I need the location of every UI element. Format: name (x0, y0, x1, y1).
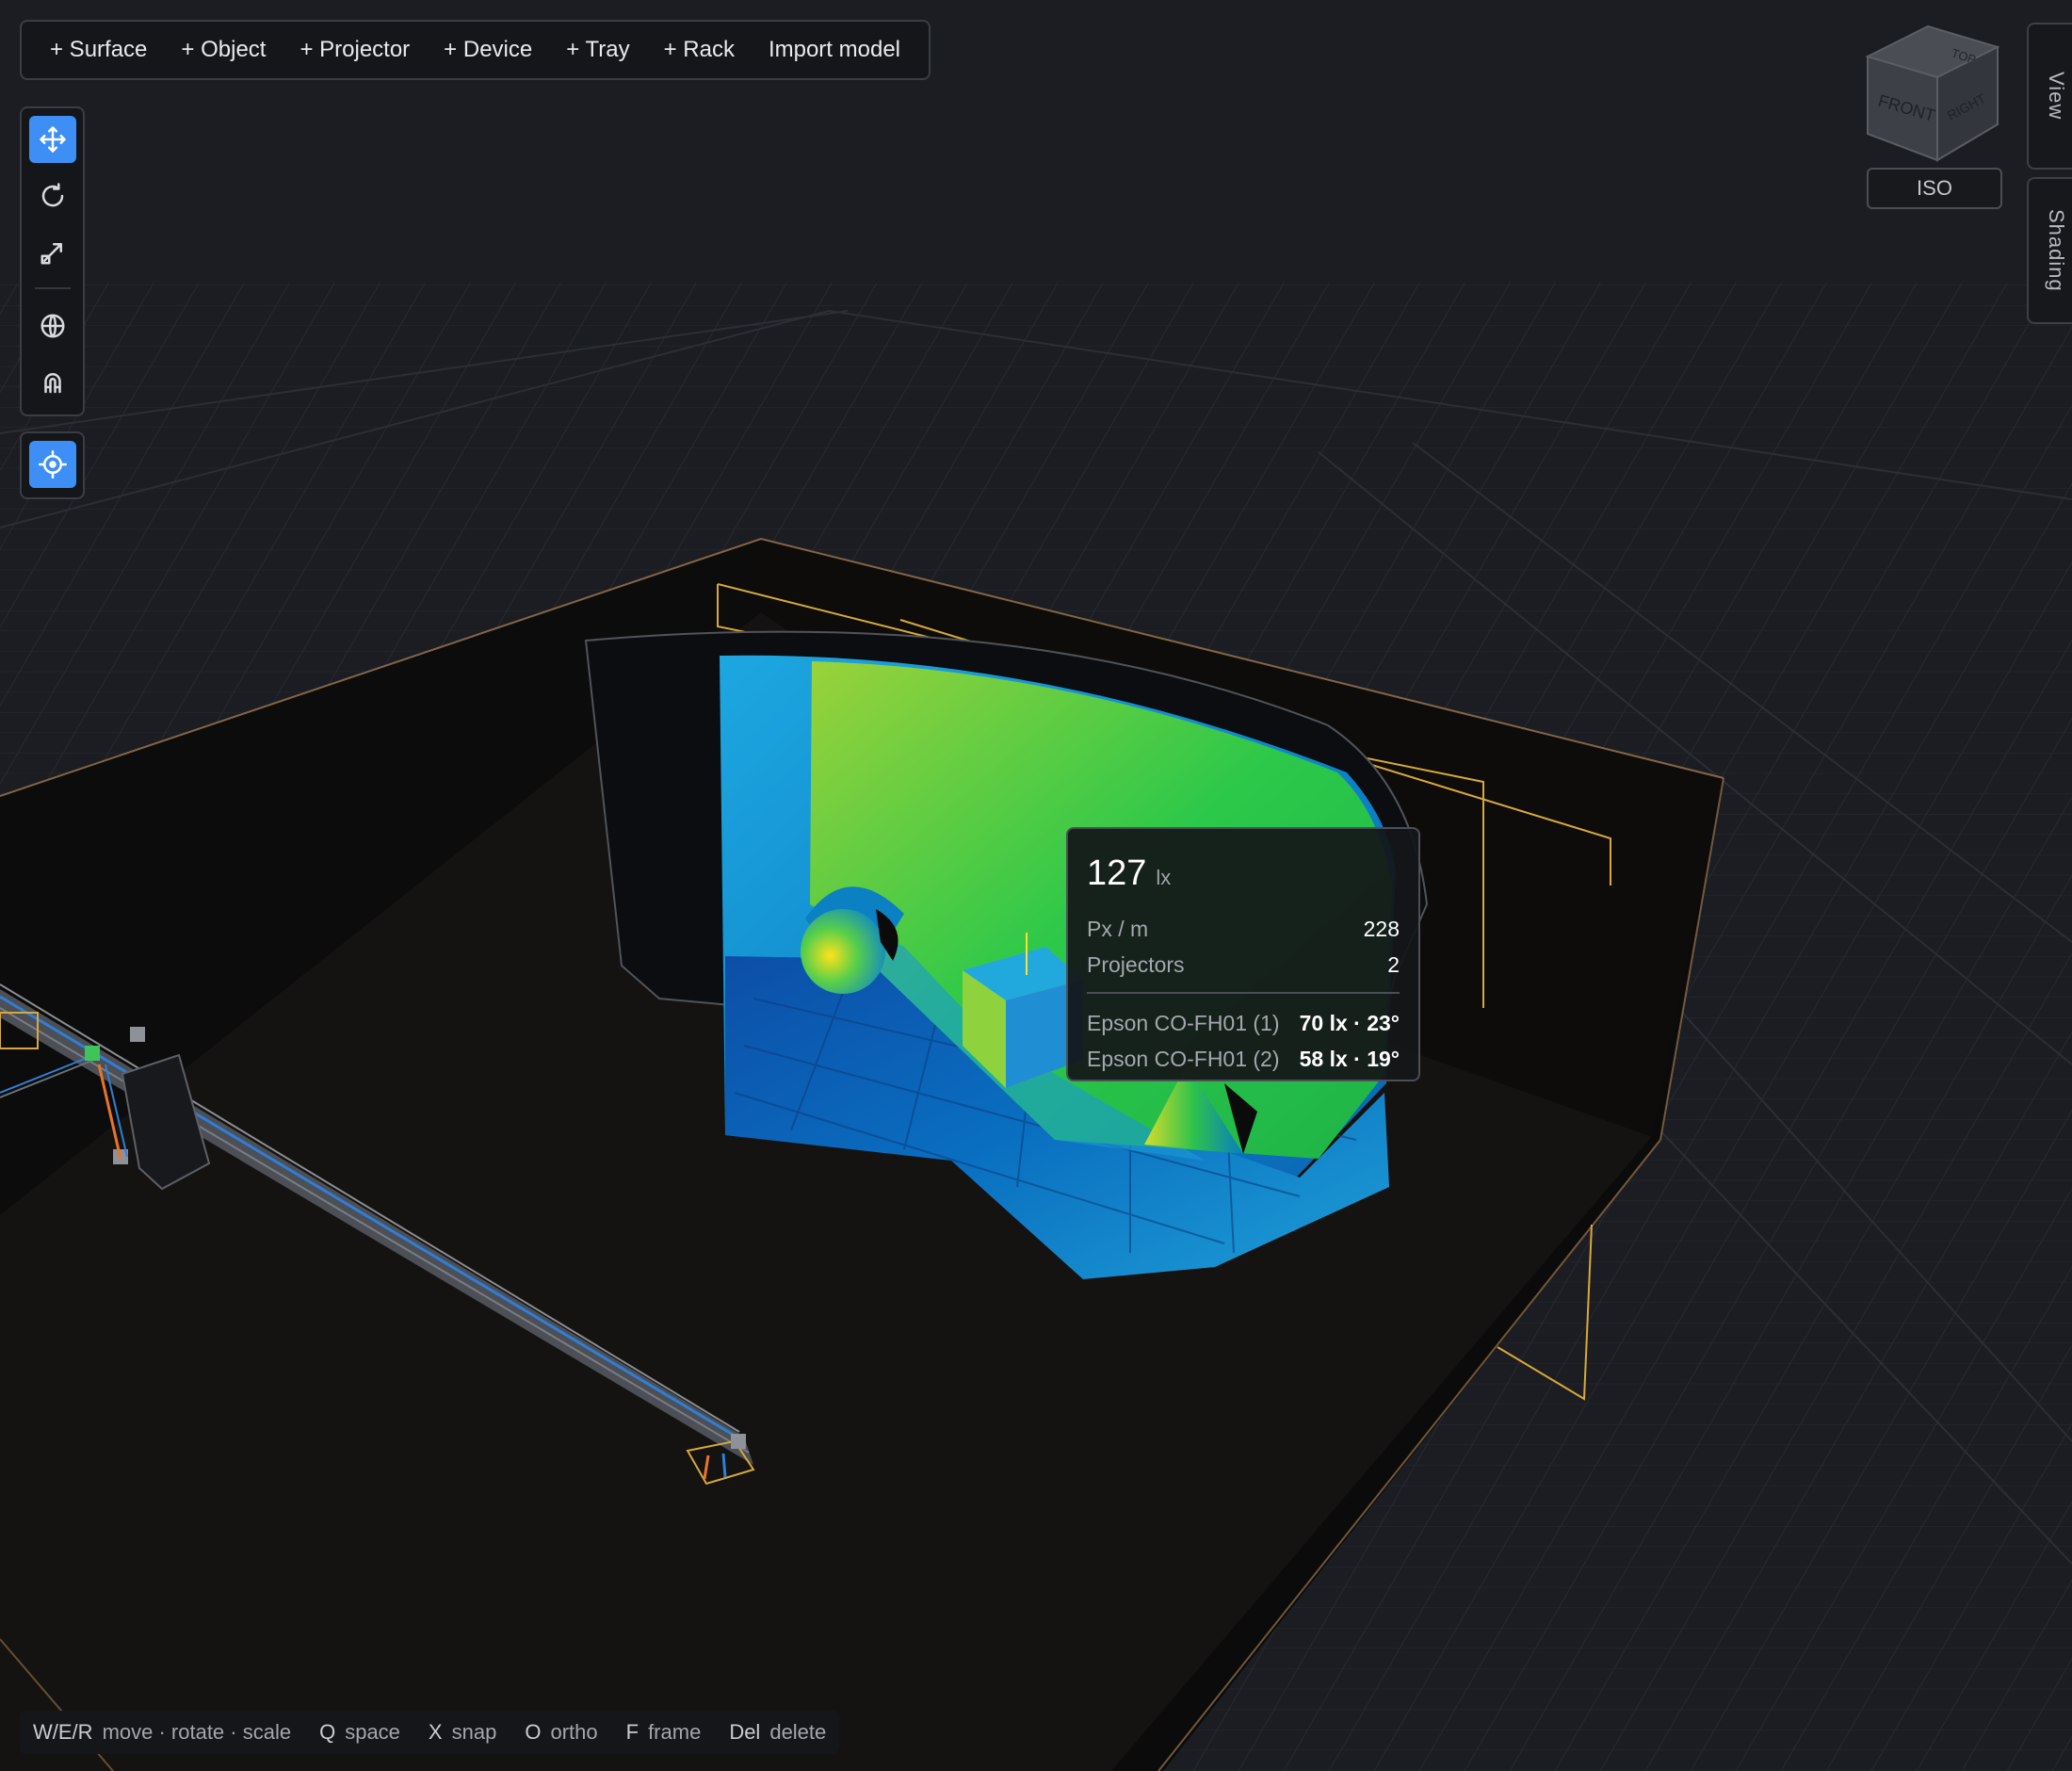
scale-tool-button[interactable] (29, 229, 76, 276)
probe-tool-button[interactable] (29, 441, 76, 488)
tool-divider (35, 287, 71, 289)
tooltip-row: Projectors 2 (1087, 947, 1400, 983)
projector-name: Epson CO-FH01 (2) (1087, 1046, 1280, 1071)
projector-contribution-row: Epson CO-FH01 (2) 58 lx · 19° (1087, 1041, 1400, 1077)
projector-contribution: 58 lx · 19° (1299, 1046, 1400, 1071)
add-projector-button[interactable]: + Projector (284, 29, 425, 71)
view-tab-label: View (2045, 72, 2068, 121)
pixels-per-meter-value: 228 (1363, 916, 1400, 941)
shading-panel-tab[interactable]: Shading (2027, 177, 2072, 324)
3d-viewport[interactable] (0, 0, 2072, 1771)
rotate-icon (41, 183, 64, 207)
transform-tool-panel (20, 106, 85, 416)
add-tray-button[interactable]: + Tray (551, 29, 644, 71)
projector-contribution-row: Epson CO-FH01 (1) 70 lx · 23° (1087, 1005, 1400, 1041)
projectors-count-value: 2 (1387, 951, 1400, 977)
illuminance-value: 127 (1087, 853, 1147, 893)
add-surface-button[interactable]: + Surface (35, 29, 162, 71)
probe-tool-panel (20, 431, 85, 499)
shortcut-hint: W/E/R move · rotate · scale (33, 1720, 292, 1744)
add-object-button[interactable]: + Object (166, 29, 281, 71)
target-icon (39, 450, 67, 479)
illuminance-unit: lx (1156, 866, 1172, 889)
view-cube[interactable]: TOP FRONT RIGHT (1860, 19, 2011, 170)
iso-view-button[interactable]: ISO (1867, 168, 2002, 209)
projector-contribution: 70 lx · 23° (1299, 1010, 1400, 1035)
shortcut-hint-bar: W/E/R move · rotate · scale Qspace Xsnap … (20, 1711, 840, 1754)
pixels-per-meter-label: Px / m (1087, 916, 1149, 941)
add-device-button[interactable]: + Device (429, 29, 547, 71)
shortcut-hint: Fframe (625, 1720, 702, 1744)
shortcut-hint: Xsnap (428, 1720, 497, 1744)
import-model-button[interactable]: Import model (753, 29, 915, 71)
scale-icon (40, 243, 62, 265)
view-panel-tab[interactable]: View (2027, 23, 2072, 170)
move-icon (40, 126, 66, 153)
shading-tab-label: Shading (2045, 209, 2068, 292)
move-tool-button[interactable] (29, 116, 76, 163)
add-rack-button[interactable]: + Rack (649, 29, 750, 71)
tooltip-divider (1087, 992, 1400, 994)
world-space-toggle[interactable] (29, 302, 76, 349)
globe-icon (40, 314, 65, 338)
projector-name: Epson CO-FH01 (1) (1087, 1010, 1280, 1035)
shortcut-hint: Del delete (729, 1720, 827, 1744)
snap-toggle[interactable] (29, 359, 76, 406)
rotate-tool-button[interactable] (29, 172, 76, 219)
projectors-count-label: Projectors (1087, 951, 1185, 977)
add-toolbar: + Surface + Object + Projector + Device … (20, 20, 931, 80)
magnet-icon (44, 373, 61, 394)
shortcut-hint: Oortho (525, 1720, 598, 1744)
shortcut-hint: Qspace (319, 1720, 400, 1744)
tooltip-row: Px / m 228 (1087, 911, 1400, 947)
illuminance-probe-tooltip: 127 lx Px / m 228 Projectors 2 Epson CO-… (1066, 827, 1420, 1081)
